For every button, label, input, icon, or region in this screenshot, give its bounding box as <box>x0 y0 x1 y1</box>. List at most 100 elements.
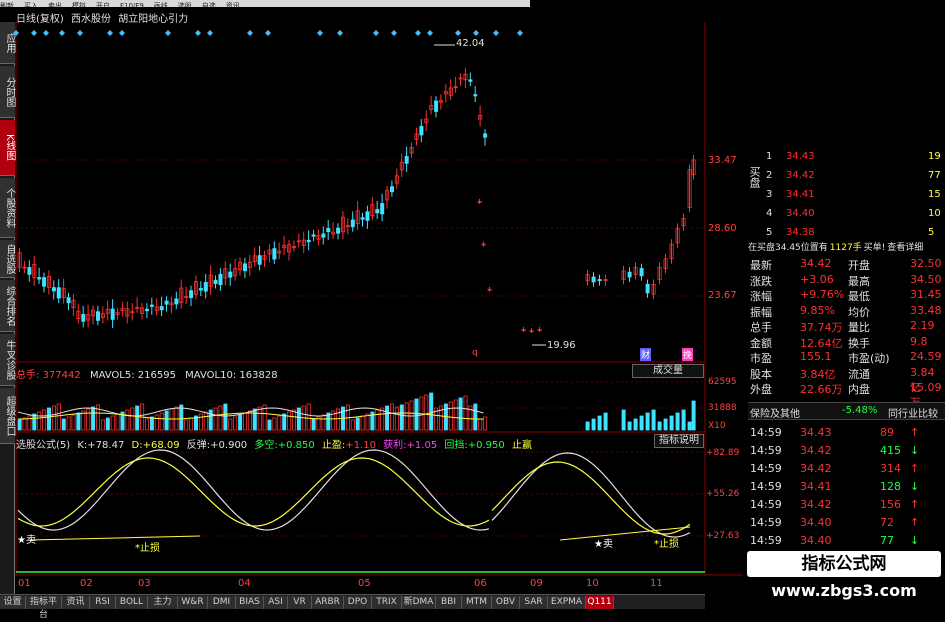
tab-item[interactable]: 设置 <box>0 596 26 609</box>
indicator-explain-button[interactable]: 指标说明 <box>654 434 704 448</box>
tab-item[interactable]: 指标平台 <box>26 596 62 620</box>
orderbook-row[interactable]: 1 34.43 19 <box>748 148 945 167</box>
candle-body <box>591 276 596 283</box>
candle-body <box>242 263 247 272</box>
tab-expma[interactable]: EXPMA <box>548 596 586 609</box>
watermark: 指标公式网 www.zbgs3.com <box>743 545 945 609</box>
marker-q: q <box>472 348 478 358</box>
tab-rsi[interactable]: RSI <box>90 596 116 609</box>
orderbook-row[interactable]: 3 34.41 15 <box>748 186 945 205</box>
volume-bar <box>478 418 483 431</box>
quote-row: 股本 3.84亿 流通 3.84亿 <box>748 365 945 394</box>
tab-wr[interactable]: W&R <box>178 596 208 609</box>
sell-signal-2: ★卖 <box>594 539 613 550</box>
candle-body <box>597 279 602 282</box>
tab-q111[interactable]: Q111 <box>586 596 614 609</box>
volume-bar <box>639 415 644 431</box>
big-order-info[interactable]: 在买盘34.45位置有 1127手 买单! 查看详细 <box>748 240 945 253</box>
orderbook-row[interactable]: 4 34.40 10 <box>748 205 945 224</box>
tab-obv[interactable]: OBV <box>492 596 520 609</box>
tab-dpo[interactable]: DPO <box>344 596 372 609</box>
volume-bar <box>621 409 626 431</box>
quote-value: 33.48 <box>910 303 942 317</box>
tab-bbi[interactable]: BBI <box>436 596 462 609</box>
k-line <box>17 449 490 531</box>
volume-bar <box>675 412 680 431</box>
volume-bar <box>27 415 32 431</box>
volume-bar <box>453 399 458 431</box>
industry-compare-link: 同行业比较 <box>888 409 938 420</box>
candle-body <box>645 283 650 294</box>
tab-item[interactable]: 资讯 <box>62 596 90 609</box>
huidang-label: 回挡: <box>444 440 468 451</box>
order-volume: 77 <box>928 170 941 181</box>
volume-bar <box>91 406 96 431</box>
quote-value: +9.76% <box>800 288 845 301</box>
trade-tick-row: 14:59 34.40 72 ↑ <box>748 514 945 532</box>
volume-bar <box>267 419 272 431</box>
volume-header: 总手: 377442 MAVOL5: 216595 MAVOL10: 16382… <box>16 366 278 381</box>
volume-bar <box>189 417 194 431</box>
tab-vr[interactable]: VR <box>288 596 312 609</box>
volume-bar <box>218 405 223 431</box>
candle-body <box>326 228 331 233</box>
signal-diamond <box>107 30 113 36</box>
watermark-title: 指标公式网 <box>747 551 941 577</box>
signal-diamond <box>59 30 65 36</box>
tab-mtm[interactable]: MTM <box>462 596 492 609</box>
tab-sar[interactable]: SAR <box>520 596 548 609</box>
signal-diamond <box>119 30 125 36</box>
tick-volume: 72 <box>880 516 894 529</box>
candle-body <box>218 273 223 286</box>
orderbook-row[interactable]: 2 34.42 77 <box>748 167 945 186</box>
zhiying-label: 止盈: <box>321 440 346 451</box>
ind-tick-1: +82.89 <box>706 448 740 458</box>
tab-item[interactable]: 主力 <box>148 596 178 609</box>
tick-price: 34.41 <box>800 480 832 493</box>
ind-tick-2: +55.26 <box>706 489 740 499</box>
tab-boll[interactable]: BOLL <box>116 596 148 609</box>
marker-cai[interactable]: 财 <box>640 348 652 361</box>
volume-bar <box>130 407 135 431</box>
volume-bar <box>669 415 674 431</box>
candle-body <box>380 203 385 215</box>
mavol10-label: MAVOL10: <box>185 370 237 381</box>
candle-body <box>189 290 194 298</box>
signal-diamond <box>13 30 19 36</box>
signal-diamond <box>77 30 83 36</box>
volume-bar <box>86 408 91 431</box>
watermark-url: www.zbgs3.com <box>771 581 917 600</box>
total-vol-label: 总手: <box>16 370 40 381</box>
candle-body <box>375 209 380 214</box>
fantan-value: +0.900 <box>210 440 248 451</box>
signal-diamond <box>207 30 213 36</box>
volume-bar <box>282 413 287 431</box>
candle-body <box>198 288 203 291</box>
volume-bar <box>296 407 301 431</box>
tab-bias[interactable]: BIAS <box>236 596 264 609</box>
tab-arbr[interactable]: ARBR <box>312 596 344 609</box>
tab-dmi[interactable]: DMI <box>208 596 236 609</box>
x-axis-label: 04 <box>238 578 251 589</box>
quote-value: 9.8 <box>910 334 928 348</box>
k-value: +78.47 <box>87 440 125 451</box>
tick-time: 14:59 <box>750 426 782 439</box>
volume-bar <box>61 418 66 431</box>
industry-row[interactable]: 保险及其他 -5.48% 同行业比较 <box>748 402 945 420</box>
volume-bar <box>355 417 360 431</box>
candle-body <box>56 287 61 299</box>
d-value: +68.09 <box>142 440 180 451</box>
volume-indicator-dropdown[interactable]: 成交量 <box>632 364 704 378</box>
marker-wan[interactable]: 挽 <box>682 348 694 361</box>
tab-dma[interactable]: 新DMA <box>402 596 436 609</box>
order-level: 2 <box>766 170 773 181</box>
x-axis-label: 06 <box>474 578 487 589</box>
order-level: 3 <box>766 189 773 200</box>
volume-bar <box>687 421 692 431</box>
big-order-type: 买单! <box>863 243 886 253</box>
candle-body <box>144 308 149 312</box>
tab-trix[interactable]: TRIX <box>372 596 402 609</box>
x-axis-label: 05 <box>358 578 371 589</box>
mavol5-label: MAVOL5: <box>89 370 135 381</box>
tab-asi[interactable]: ASI <box>264 596 288 609</box>
